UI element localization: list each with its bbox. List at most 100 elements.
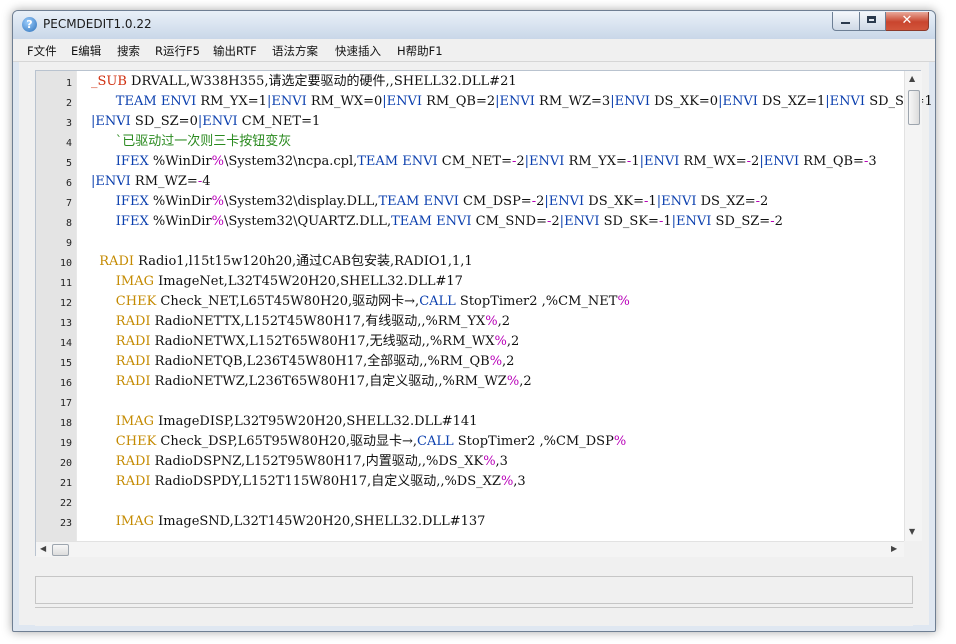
code-line[interactable]: RADI RadioNETWX,L152T65W80H17,无线驱动,,%RM_… xyxy=(91,334,519,350)
line-number: 23 xyxy=(59,518,72,529)
horizontal-scroll-thumb[interactable] xyxy=(52,544,69,556)
line-number: 19 xyxy=(59,438,72,449)
code-token: RADI xyxy=(115,354,151,369)
code-line[interactable]: RADI RadioNETQB,L236T45W80H17,全部驱动,,%RM_… xyxy=(91,354,515,370)
code-token: ENVI xyxy=(722,94,758,109)
code-token: ENVI xyxy=(95,174,131,189)
code-line[interactable]: IMAG ImageNet,L32T45W20H20,SHELL32.DLL#1… xyxy=(91,274,463,290)
code-line[interactable]: IFEX %WinDir%\System32\QUARTZ.DLL,TEAM E… xyxy=(91,214,783,230)
scroll-down-icon[interactable]: ▼ xyxy=(909,527,915,537)
code-token: TEAM xyxy=(378,194,420,209)
code-token: StopTimer2 ,%CM_NET xyxy=(455,294,618,309)
code-token: ,2 xyxy=(502,354,515,369)
code-token: SD_SZ= xyxy=(711,214,771,229)
title-bar[interactable]: ? PECMDEDIT1.0.22 ✕ xyxy=(13,11,935,39)
code-token: ImageSND,L32T145W20H20,SHELL32.DLL#137 xyxy=(154,514,486,529)
code-token: % xyxy=(485,314,498,329)
code-token: ENVI xyxy=(661,194,697,209)
minimize-icon xyxy=(841,22,850,24)
line-number: 10 xyxy=(59,258,72,269)
code-line[interactable]: RADI Radio1,l15t15w120h20,通过CAB包安装,RADIO… xyxy=(91,254,473,270)
code-token: ImageNet,L32T45W20H20,SHELL32.DLL#17 xyxy=(154,274,463,289)
menu-search[interactable]: 搜索 xyxy=(117,43,140,59)
code-token: 2 xyxy=(551,214,560,229)
menu-run[interactable]: R运行F5 xyxy=(155,43,200,59)
code-line[interactable]: RADI RadioDSPDY,L152T115W80H17,自定义驱动,,%D… xyxy=(91,474,526,490)
code-token: ,2 xyxy=(497,314,511,329)
output-panel[interactable] xyxy=(35,576,913,604)
close-button[interactable]: ✕ xyxy=(886,12,929,31)
code-token: RADI xyxy=(115,314,151,329)
code-token: %WinDir xyxy=(148,214,212,229)
code-token: % xyxy=(617,294,630,309)
code-token: RADI xyxy=(115,334,151,349)
code-line[interactable]: CHEK Check_DSP,L65T95W80H20,驱动显卡→,CALL S… xyxy=(91,434,626,450)
line-number: 16 xyxy=(59,378,72,389)
menu-file[interactable]: F文件 xyxy=(27,43,57,59)
code-token: ENVI xyxy=(643,154,680,169)
menu-quick-insert[interactable]: 快速插入 xyxy=(335,43,381,59)
line-number: 22 xyxy=(59,498,72,509)
scroll-left-icon[interactable]: ◀ xyxy=(40,544,46,554)
line-number: 2 xyxy=(65,98,72,109)
code-token: ENVI xyxy=(614,94,650,109)
app-window: ? PECMDEDIT1.0.22 ✕ F文件 E编辑 搜索 R运行F5 输出R… xyxy=(12,10,936,632)
code-line[interactable]: IMAG ImageDISP,L32T95W20H20,SHELL32.DLL#… xyxy=(91,414,478,430)
maximize-button[interactable] xyxy=(860,12,886,31)
line-number: 18 xyxy=(59,418,72,429)
code-token: ENVI xyxy=(402,154,438,169)
line-number: 17 xyxy=(59,398,72,409)
code-line[interactable]: RADI RadioNETTX,L152T45W80H17,有线驱动,,%RM_… xyxy=(91,314,510,330)
code-token: RadioDSPDY,L152T115W80H17,自定义驱动,,%DS_XZ xyxy=(150,474,501,489)
code-token: ,3 xyxy=(513,474,526,489)
code-token: CM_DSP= xyxy=(458,194,532,209)
code-token: 2 xyxy=(774,214,783,229)
code-token: \System32\QUARTZ.DLL, xyxy=(224,214,392,229)
code-token: TEAM xyxy=(391,214,432,229)
status-bar xyxy=(35,607,913,626)
code-token: % xyxy=(494,334,507,349)
code-token: %WinDir xyxy=(148,194,212,209)
horizontal-scrollbar[interactable]: ◀ ▶ xyxy=(36,541,904,557)
code-token: _SUB xyxy=(91,74,127,89)
code-token: ,2 xyxy=(519,374,532,389)
code-editor[interactable]: 1 2 3 4 5 6 7 8 9 10 11 12 13 14 15 16 17 18 19 20 21 22 23 _S… xyxy=(35,70,933,557)
vertical-scroll-thumb[interactable] xyxy=(908,90,920,125)
menu-edit[interactable]: E编辑 xyxy=(71,43,101,59)
code-line[interactable]: IFEX %WinDir%\System32\ncpa.cpl,TEAM ENV… xyxy=(91,154,877,170)
code-token: ENVI xyxy=(436,214,472,229)
scroll-up-icon[interactable]: ▲ xyxy=(909,74,915,84)
menu-export-rtf[interactable]: 输出RTF xyxy=(213,43,257,59)
code-token: ,2 xyxy=(506,334,520,349)
code-token: RadioNETWX,L152T65W80H17,无线驱动,,%RM_WX xyxy=(150,334,495,349)
code-line[interactable]: _SUB DRVALL,W338H355,请选定要驱动的硬件,,SHELL32.… xyxy=(91,74,517,90)
code-line[interactable]: IFEX %WinDir%\System32\display.DLL,TEAM … xyxy=(91,194,769,210)
menu-help[interactable]: H帮助F1 xyxy=(397,43,443,59)
code-token: RadioNETTX,L152T45W80H17,有线驱动,,%RM_YX xyxy=(150,314,486,329)
code-line[interactable]: IMAG ImageSND,L32T145W20H20,SHELL32.DLL#… xyxy=(91,514,486,530)
minimize-button[interactable] xyxy=(832,12,860,31)
code-token: IMAG xyxy=(115,414,155,429)
line-number: 15 xyxy=(59,358,72,369)
vertical-scrollbar[interactable]: ▲ ▼ xyxy=(904,71,922,541)
menu-syntax-scheme[interactable]: 语法方案 xyxy=(272,43,318,59)
code-token: SD_SZ=0 xyxy=(130,114,198,129)
code-token: % xyxy=(506,374,520,389)
code-token: ENVI xyxy=(423,194,459,209)
code-line[interactable]: |ENVI SD_SZ=0|ENVI CM_NET=1 xyxy=(91,114,320,130)
code-line[interactable]: |ENVI RM_WZ=-4 xyxy=(91,174,211,190)
code-line[interactable]: RADI RadioNETWZ,L236T65W80H17,自定义驱动,,%RM… xyxy=(91,374,532,390)
help-icon[interactable]: ? xyxy=(22,17,37,32)
code-token: Radio1,l15t15w120h20,通过CAB包安装,RADIO1,1,1 xyxy=(134,254,473,269)
code-token: ENVI xyxy=(763,154,800,169)
code-line[interactable]: CHEK Check_NET,L65T45W80H20,驱动网卡→,CALL S… xyxy=(91,294,630,310)
code-line[interactable]: `已驱动过一次则三卡按钮变灰 xyxy=(91,134,292,150)
code-line[interactable]: RADI RadioDSPNZ,L152T95W80H17,内置驱动,,%DS_… xyxy=(91,454,508,470)
scroll-right-icon[interactable]: ▶ xyxy=(891,544,897,554)
code-line[interactable]: TEAM ENVI RM_YX=1|ENVI RM_WX=0|ENVI RM_Q… xyxy=(91,94,933,110)
code-token: CM_SND= xyxy=(471,214,547,229)
